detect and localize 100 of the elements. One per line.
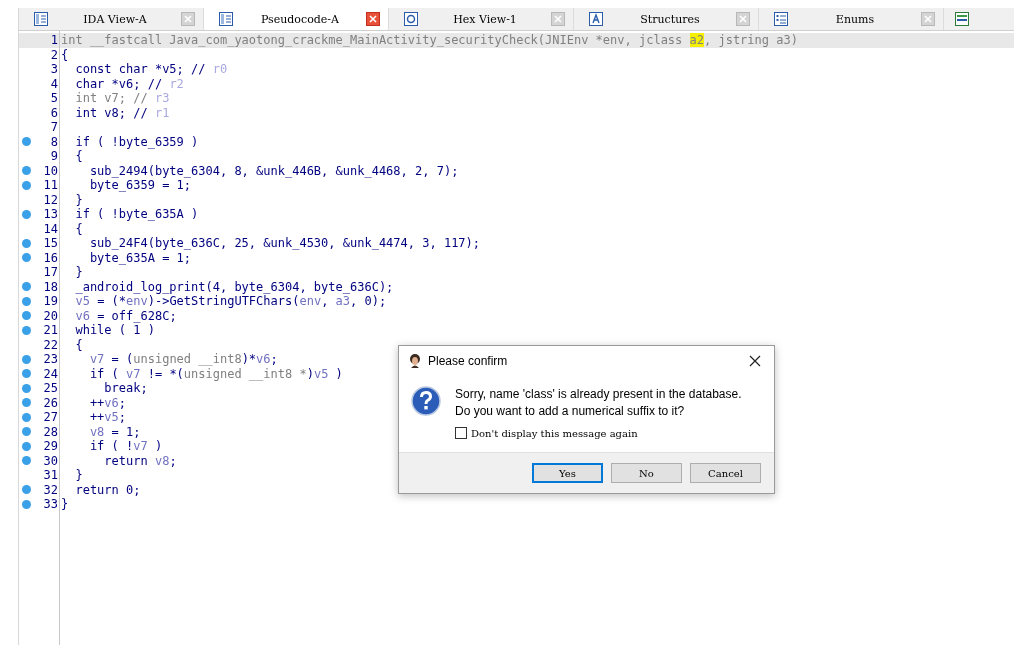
code-line: byte_635A = 1;	[88, 250, 192, 265]
code-line: ++v5;	[88, 410, 127, 425]
code-line: while ( 1 )	[74, 323, 155, 338]
line-number: 3	[49, 62, 59, 77]
line-number: 7	[49, 120, 59, 135]
breakpoint-dot[interactable]	[21, 412, 31, 422]
breakpoint-dot[interactable]	[21, 282, 31, 292]
breakpoint-dot[interactable]	[21, 137, 31, 147]
line-number: 19	[42, 294, 59, 309]
breakpoint-dot[interactable]	[21, 166, 31, 176]
line-number: 14	[42, 221, 59, 236]
line-number: 2	[49, 47, 59, 62]
line-number: 33	[42, 497, 59, 512]
dialog-button[interactable]: Cancel	[690, 463, 761, 483]
code-line: }	[60, 497, 69, 512]
breakpoint-dot[interactable]	[21, 325, 31, 335]
close-icon[interactable]	[749, 355, 761, 367]
dialog-title: Please confirm	[428, 354, 509, 368]
editor-tab[interactable]: Structures	[574, 8, 759, 30]
breakpoint-dot[interactable]	[21, 456, 31, 466]
breakpoint-dot[interactable]	[21, 485, 31, 495]
code-line: return v8;	[103, 453, 177, 468]
line-number: 17	[42, 265, 59, 280]
editor-tab[interactable]: Hex View-1	[389, 8, 574, 30]
line-number: 24	[42, 366, 59, 381]
line-number: 29	[42, 439, 59, 454]
line-number: 21	[42, 323, 59, 338]
breakpoint-dot[interactable]	[21, 180, 31, 190]
code-line: char *v6; // r2	[74, 76, 184, 91]
line-number: 1	[49, 33, 59, 48]
breakpoint-dot[interactable]	[21, 398, 31, 408]
dialog-button[interactable]: Yes	[532, 463, 603, 483]
breakpoint-dot[interactable]	[21, 209, 31, 219]
line-number: 15	[42, 236, 59, 251]
code-line: int v8; // r1	[74, 105, 170, 120]
line-number: 31	[42, 468, 59, 483]
line-number: 27	[42, 410, 59, 425]
breakpoint-dot[interactable]	[21, 499, 31, 509]
breakpoint-dot[interactable]	[21, 296, 31, 306]
tab-icon[interactable]	[954, 11, 970, 27]
line-number: 32	[42, 482, 59, 497]
editor-tab[interactable]: Pseudocode-A	[204, 8, 389, 30]
message-text: Sorry, name 'class' is already present in the database.	[455, 387, 742, 402]
breakpoint-dot[interactable]	[21, 369, 31, 379]
line-number: 4	[49, 76, 59, 91]
code-line: {	[60, 47, 69, 62]
line-number: 25	[42, 381, 59, 396]
breakpoint-dot[interactable]	[21, 354, 31, 364]
code-line: v5 = (*env)->GetStringUTFChars(env, a3, 0);	[74, 294, 387, 309]
code-line: if ( v7 != *(unsigned __int8 *)v5 )	[88, 366, 343, 381]
tab-icon	[588, 11, 604, 27]
code-line: if ( !byte_635A )	[74, 207, 199, 222]
code-line: {	[74, 149, 83, 164]
code-line: _android_log_print(4, byte_6304, byte_636C);	[74, 279, 394, 294]
tab-icon	[403, 11, 419, 27]
question-icon	[411, 386, 441, 416]
breakpoint-dot[interactable]	[21, 253, 31, 263]
line-number: 16	[42, 250, 59, 265]
line-number: 8	[49, 134, 59, 149]
code-line: int v7; // r3	[74, 91, 170, 106]
code-line: int __fastcall Java_com_yaotong_crackme_MainActivity_securityCheck(JNIEnv *env, jclass a2, jstring a3)	[60, 33, 798, 48]
code-line: return 0;	[74, 482, 141, 497]
code-line: ++v6;	[88, 395, 127, 410]
line-number: 13	[42, 207, 59, 222]
line-number: 20	[42, 308, 59, 323]
line-number: 10	[42, 163, 59, 178]
breakpoint-dot[interactable]	[21, 311, 31, 321]
message-text: Do you want to add a numerical suffix to it?	[455, 404, 686, 419]
breakpoint-dot[interactable]	[21, 427, 31, 437]
code-line: break;	[103, 381, 148, 396]
code-line: const char *v5; // r0	[74, 62, 228, 77]
line-number: 30	[42, 453, 59, 468]
code-line: v7 = (unsigned __int8)*v6;	[88, 352, 278, 367]
code-line: sub_2494(byte_6304, 8, &unk_446B, &unk_4468, 2, 7);	[88, 163, 459, 178]
breakpoint-dot[interactable]	[21, 238, 31, 248]
line-number: 12	[42, 192, 59, 207]
editor-tab[interactable]: IDA View-A	[19, 8, 204, 30]
breakpoint-dot[interactable]	[21, 441, 31, 451]
breakpoint-dot[interactable]	[21, 383, 31, 393]
editor-tab[interactable]: Enums	[759, 8, 944, 30]
code-line: }	[74, 468, 83, 483]
line-number: 9	[49, 149, 59, 164]
code-line: sub_24F4(byte_636C, 25, &unk_4530, &unk_4474, 3, 117);	[88, 236, 481, 251]
checkbox[interactable]	[455, 427, 467, 439]
line-number: 22	[42, 337, 59, 352]
code-line: {	[74, 221, 83, 236]
code-line: v8 = 1;	[88, 424, 141, 439]
line-number: 5	[49, 91, 59, 106]
checkbox-label[interactable]: Don't display this message again	[471, 427, 638, 439]
app-icon	[407, 353, 423, 369]
code-line: }	[74, 192, 83, 207]
line-number: 23	[42, 352, 59, 367]
code-line: if ( !byte_6359 )	[74, 134, 199, 149]
dialog-button[interactable]: No	[611, 463, 682, 483]
code-line: }	[74, 265, 83, 280]
line-number: 11	[42, 178, 59, 193]
line-number: 6	[49, 105, 59, 120]
line-number: 26	[42, 395, 59, 410]
tab-icon	[773, 11, 789, 27]
code-line: v6 = off_628C;	[74, 308, 177, 323]
